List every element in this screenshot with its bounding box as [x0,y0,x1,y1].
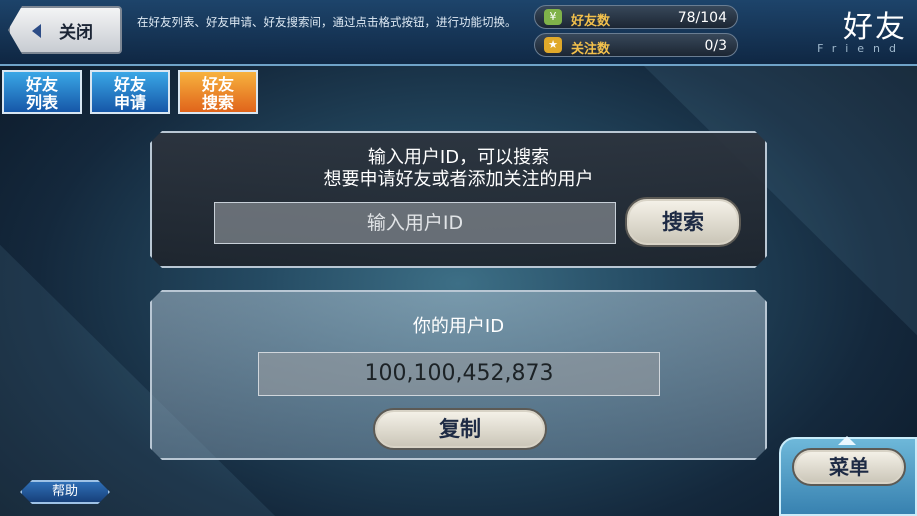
friend-count-stat: ¥ 好友数 78/104 [534,5,738,29]
search-panel: 输入用户ID，可以搜索 想要申请好友或者添加关注的用户 输入用户ID 搜索 [150,131,767,268]
close-button[interactable]: 关闭 [8,6,122,54]
friend-count-icon: ¥ [544,9,562,25]
tab-friend-list[interactable]: 好友 列表 [2,70,82,114]
follow-count-value: 0/3 [704,38,727,54]
tab-label-line2: 搜索 [201,93,234,112]
page-title: 好友 [843,10,907,45]
hint-text: 在好友列表、好友申请、好友搜索间，通过点击格式按钮，进行功能切换。 [137,15,517,29]
my-id-panel: 你的用户ID 100,100,452,873 复制 [150,290,767,460]
follow-count-icon: ★ [544,37,562,53]
my-id-value: 100,100,452,873 [258,352,660,396]
copy-button[interactable]: 复制 [373,408,547,450]
page-subtitle: Friend [817,42,905,55]
back-arrow-icon [32,24,41,38]
search-button[interactable]: 搜索 [625,197,741,247]
header-bar: 关闭 在好友列表、好友申请、好友搜索间，通过点击格式按钮，进行功能切换。 ¥ 好… [0,0,917,66]
menu-button[interactable]: 菜单 [792,448,906,486]
help-button[interactable]: 帮助 [20,480,110,504]
search-instructions-line2: 想要申请好友或者添加关注的用户 [323,169,594,190]
close-label: 关闭 [59,22,93,43]
tab-friend-requests[interactable]: 好友 申请 [90,70,170,114]
friend-count-value: 78/104 [677,10,727,26]
friend-count-label: 好友数 [571,14,611,29]
menu-up-arrow-icon [838,436,856,445]
follow-count-stat: ★ 关注数 0/3 [534,33,738,57]
tab-friend-search[interactable]: 好友 搜索 [178,70,258,114]
tab-label-line1: 好友 [113,75,146,94]
search-instructions-line1: 输入用户ID，可以搜索 [367,147,550,168]
tab-label-line2: 列表 [25,93,58,112]
follow-count-label: 关注数 [571,42,611,57]
tab-label-line1: 好友 [25,75,58,94]
tab-label-line1: 好友 [201,75,234,94]
search-instructions: 输入用户ID，可以搜索 想要申请好友或者添加关注的用户 [152,147,765,191]
user-id-search-input[interactable]: 输入用户ID [214,202,616,244]
my-id-title: 你的用户ID [412,316,505,337]
tab-label-line2: 申请 [113,93,146,112]
